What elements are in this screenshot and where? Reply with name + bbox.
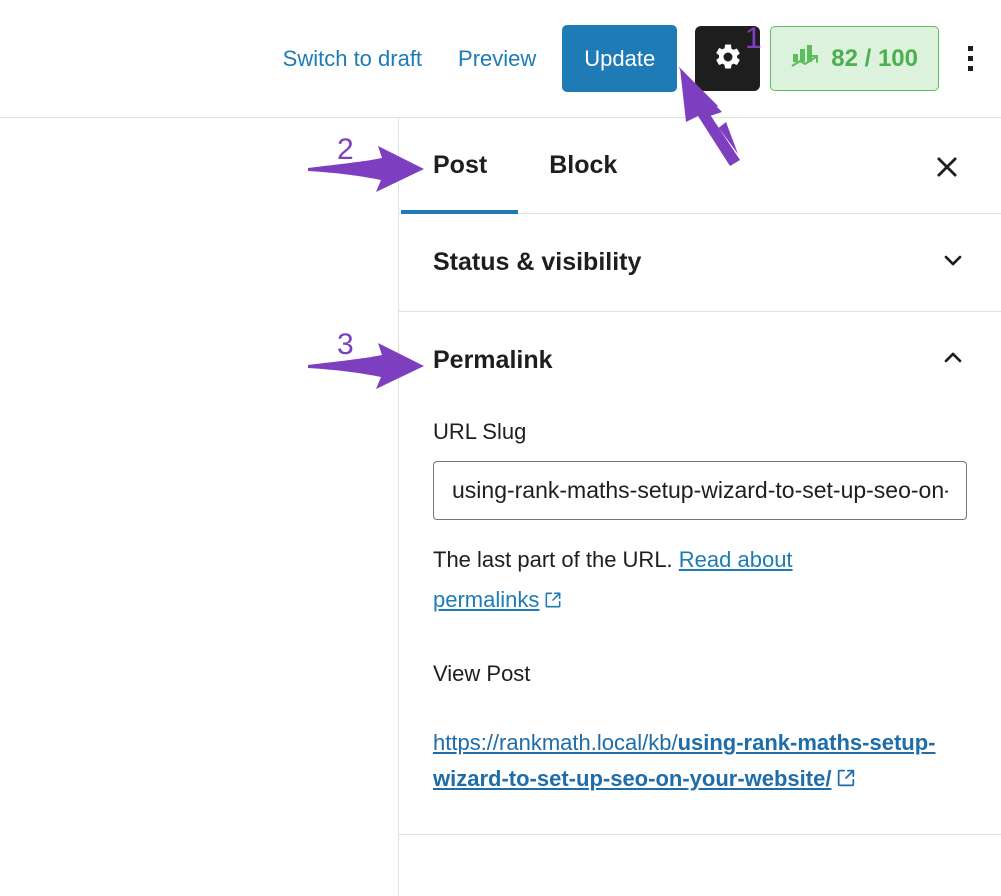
- permalink-help-sentence: The last part of the URL.: [433, 547, 679, 572]
- status-visibility-panel: Status & visibility: [399, 214, 1001, 312]
- close-sidebar-button[interactable]: [927, 148, 967, 188]
- permalink-panel-header[interactable]: Permalink: [399, 312, 1001, 409]
- kebab-dot: [967, 66, 973, 71]
- editor-toolbar: Switch to draft Preview Update 82 / 100: [0, 0, 1001, 118]
- block-tab[interactable]: Block: [549, 151, 617, 180]
- seo-bar-chart-icon: [791, 44, 821, 73]
- close-icon: [933, 153, 961, 184]
- update-button[interactable]: Update: [562, 25, 678, 92]
- seo-score-value: 82 / 100: [831, 44, 918, 72]
- status-visibility-panel-title: Status & visibility: [433, 248, 642, 276]
- gear-icon: [713, 42, 743, 75]
- settings-gear-button[interactable]: [695, 26, 761, 91]
- url-slug-input[interactable]: [433, 461, 967, 520]
- post-permalink-link[interactable]: https://rankmath.local/kb/using-rank-mat…: [433, 725, 943, 800]
- annotation-number-3: 3: [337, 328, 354, 361]
- view-post-label: View Post: [433, 661, 531, 686]
- chevron-up-icon[interactable]: [939, 344, 967, 377]
- permalink-help-text: The last part of the URL. Read about per…: [433, 540, 903, 623]
- kebab-dot: [967, 56, 973, 61]
- permalink-panel: Permalink URL Slug The last part of the …: [399, 312, 1001, 835]
- kebab-menu-icon[interactable]: [953, 29, 987, 89]
- chevron-down-icon[interactable]: [939, 246, 967, 279]
- permalink-panel-title: Permalink: [433, 346, 553, 374]
- post-url-base: https://rankmath.local/kb/: [433, 730, 678, 755]
- permalink-panel-body: URL Slug The last part of the URL. Read …: [399, 419, 1001, 834]
- preview-button[interactable]: Preview: [458, 46, 536, 72]
- url-slug-label: URL Slug: [433, 419, 527, 444]
- external-link-icon: [835, 764, 857, 800]
- switch-to-draft-button[interactable]: Switch to draft: [283, 46, 422, 72]
- post-tab[interactable]: Post: [433, 151, 487, 180]
- annotation-number-2: 2: [337, 133, 354, 166]
- sidebar-tabbar: Post Block: [399, 118, 1001, 214]
- external-link-icon: [543, 583, 563, 623]
- kebab-dot: [967, 46, 973, 51]
- settings-sidebar: Post Block Status & visibility Permalink: [398, 118, 1001, 896]
- seo-score-badge[interactable]: 82 / 100: [770, 26, 939, 91]
- status-visibility-panel-header[interactable]: Status & visibility: [399, 214, 1001, 311]
